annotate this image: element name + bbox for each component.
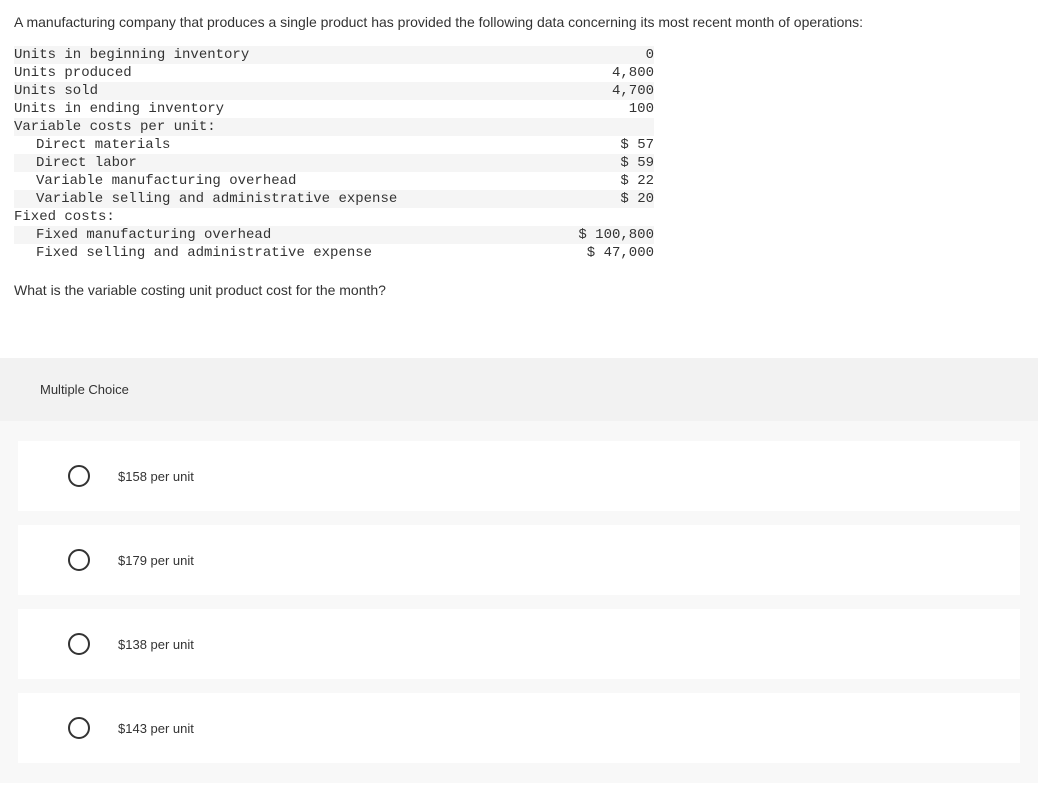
multiple-choice-header: Multiple Choice — [0, 358, 1038, 421]
row-value: 100 — [544, 100, 654, 118]
row-value — [544, 118, 654, 136]
row-value: $ 100,800 — [544, 226, 654, 244]
choices-container: $158 per unit $179 per unit $138 per uni… — [0, 421, 1038, 783]
table-row: Direct materials$ 57 — [14, 136, 654, 154]
choice-option[interactable]: $179 per unit — [18, 525, 1020, 595]
radio-icon[interactable] — [68, 465, 90, 487]
table-row: Fixed costs: — [14, 208, 654, 226]
row-label: Direct labor — [14, 154, 544, 172]
row-value: $ 57 — [544, 136, 654, 154]
row-label: Units sold — [14, 82, 544, 100]
table-row: Variable costs per unit: — [14, 118, 654, 136]
choice-label: $143 per unit — [118, 721, 194, 736]
row-label: Fixed costs: — [14, 208, 544, 226]
row-value: 4,700 — [544, 82, 654, 100]
choice-option[interactable]: $158 per unit — [18, 441, 1020, 511]
table-row: Direct labor$ 59 — [14, 154, 654, 172]
row-value: 4,800 — [544, 64, 654, 82]
row-label: Variable selling and administrative expe… — [14, 190, 544, 208]
row-value: $ 20 — [544, 190, 654, 208]
row-label: Direct materials — [14, 136, 544, 154]
choice-label: $138 per unit — [118, 637, 194, 652]
problem-intro: A manufacturing company that produces a … — [0, 0, 1038, 40]
choice-option[interactable]: $143 per unit — [18, 693, 1020, 763]
radio-icon[interactable] — [68, 633, 90, 655]
row-label: Fixed selling and administrative expense — [14, 244, 544, 262]
radio-icon[interactable] — [68, 717, 90, 739]
row-label: Units produced — [14, 64, 544, 82]
row-label: Variable manufacturing overhead — [14, 172, 544, 190]
data-table: Units in beginning inventory0Units produ… — [14, 46, 654, 262]
row-label: Fixed manufacturing overhead — [14, 226, 544, 244]
row-value — [544, 208, 654, 226]
choice-option[interactable]: $138 per unit — [18, 609, 1020, 679]
choice-label: $158 per unit — [118, 469, 194, 484]
row-label: Units in ending inventory — [14, 100, 544, 118]
row-value: $ 47,000 — [544, 244, 654, 262]
row-label: Units in beginning inventory — [14, 46, 544, 64]
row-value: $ 59 — [544, 154, 654, 172]
table-row: Units produced4,800 — [14, 64, 654, 82]
table-row: Fixed manufacturing overhead$ 100,800 — [14, 226, 654, 244]
table-row: Units in beginning inventory0 — [14, 46, 654, 64]
table-row: Units sold4,700 — [14, 82, 654, 100]
table-row: Fixed selling and administrative expense… — [14, 244, 654, 262]
table-row: Units in ending inventory100 — [14, 100, 654, 118]
table-row: Variable manufacturing overhead$ 22 — [14, 172, 654, 190]
row-value: 0 — [544, 46, 654, 64]
row-value: $ 22 — [544, 172, 654, 190]
question-text: What is the variable costing unit produc… — [0, 272, 1038, 328]
table-row: Variable selling and administrative expe… — [14, 190, 654, 208]
radio-icon[interactable] — [68, 549, 90, 571]
choice-label: $179 per unit — [118, 553, 194, 568]
row-label: Variable costs per unit: — [14, 118, 544, 136]
